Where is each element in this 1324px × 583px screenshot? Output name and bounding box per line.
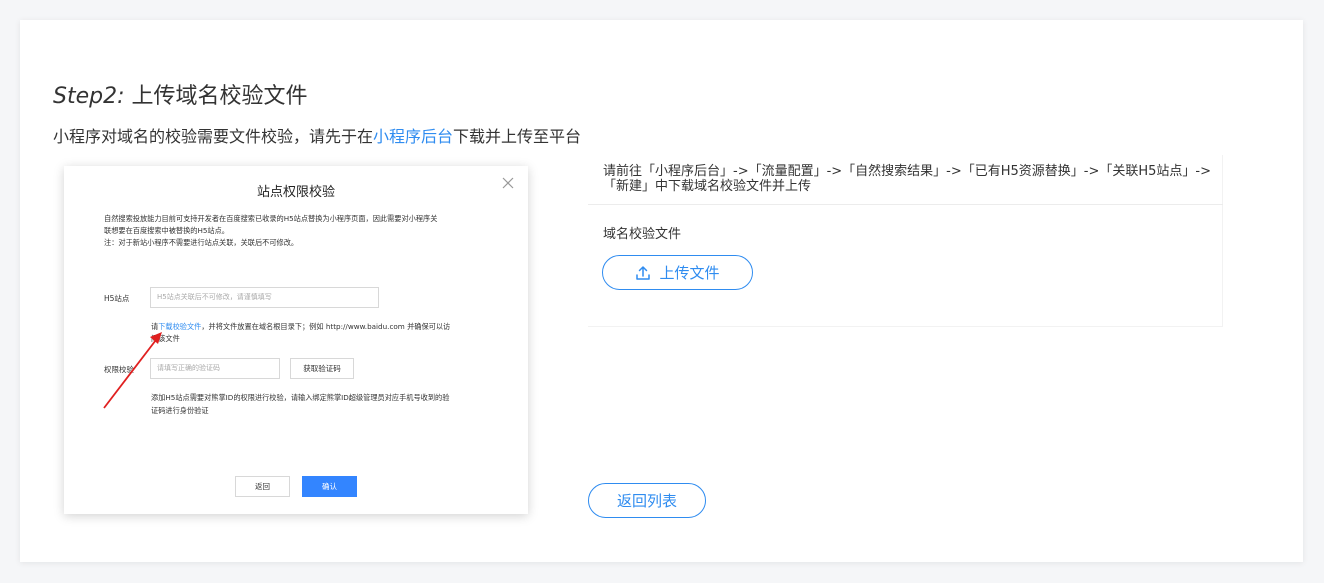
note-line: 证码进行身份验证 [151, 406, 209, 415]
intro-line: 注：对于新站小程序不需要进行站点关联，关联后不可修改。 [104, 238, 299, 247]
upload-file-label: 上传文件 [659, 264, 720, 282]
intro-line: 自然搜索投放能力目前可支持开发者在百度搜索已收录的H5站点替换为小程序页面，因此… [104, 214, 438, 223]
domain-file-label: 域名校验文件 [603, 227, 682, 242]
page-title: Step2: 上传域名校验文件 [53, 78, 308, 110]
dialog-cancel-button: 返回 [235, 476, 290, 497]
step-prefix: Step2: [53, 84, 125, 109]
dialog-title: 站点权限校验 [256, 185, 335, 200]
dialog-confirm-button: 确认 [302, 476, 357, 497]
divider [588, 204, 1223, 205]
note-line: 添加H5站点需要对熊掌ID的权限进行校验，请输入绑定熊掌ID超级管理员对应手机号… [151, 393, 450, 402]
intro-line: 联想要在百度搜索中被替换的H5站点。 [104, 226, 229, 235]
back-to-list-button[interactable]: 返回列表 [588, 483, 706, 518]
example-screenshot: 站点权限校验 自然搜索投放能力目前可支持开发者在百度搜索已收录的H5站点替换为小… [64, 166, 528, 514]
description: 小程序对域名的校验需要文件校验，请先于在小程序后台下载并上传至平台 [53, 123, 581, 147]
mini-program-backend-link[interactable]: 小程序后台 [373, 127, 453, 146]
hint-after: ，并将文件放置在域名根目录下；例如 http://www.baidu.com 并… [201, 322, 451, 331]
close-icon [501, 176, 515, 190]
upload-icon [635, 265, 651, 281]
h5-site-label: H5站点 [104, 294, 130, 303]
dialog-intro: 自然搜索投放能力目前可支持开发者在百度搜索已收录的H5站点替换为小程序页面，因此… [104, 213, 494, 249]
instruction-text: 请前往「小程序后台」->「流量配置」->「自然搜索结果」->「已有H5资源替换」… [603, 164, 1212, 194]
download-hint: 请下载校验文件，并将文件放置在域名根目录下；例如 http://www.baid… [151, 321, 496, 345]
description-before: 小程序对域名的校验需要文件校验，请先于在 [53, 127, 374, 146]
hint-line2: 问该文件 [151, 334, 180, 343]
verification-note: 添加H5站点需要对熊掌ID的权限进行校验，请输入绑定熊掌ID超级管理员对应手机号… [151, 391, 496, 417]
permission-label: 权限校验 [104, 365, 134, 374]
verification-code-input: 请填写正确的验证码 [150, 358, 280, 379]
description-after: 下载并上传至平台 [453, 127, 582, 146]
upload-file-button[interactable]: 上传文件 [602, 255, 753, 290]
download-file-link: 下载校验文件 [158, 322, 202, 331]
step-title-text: 上传域名校验文件 [124, 84, 308, 109]
get-code-button: 获取验证码 [290, 358, 354, 379]
h5-site-input: H5站点关联后不可修改，请谨慎填写 [150, 287, 379, 308]
